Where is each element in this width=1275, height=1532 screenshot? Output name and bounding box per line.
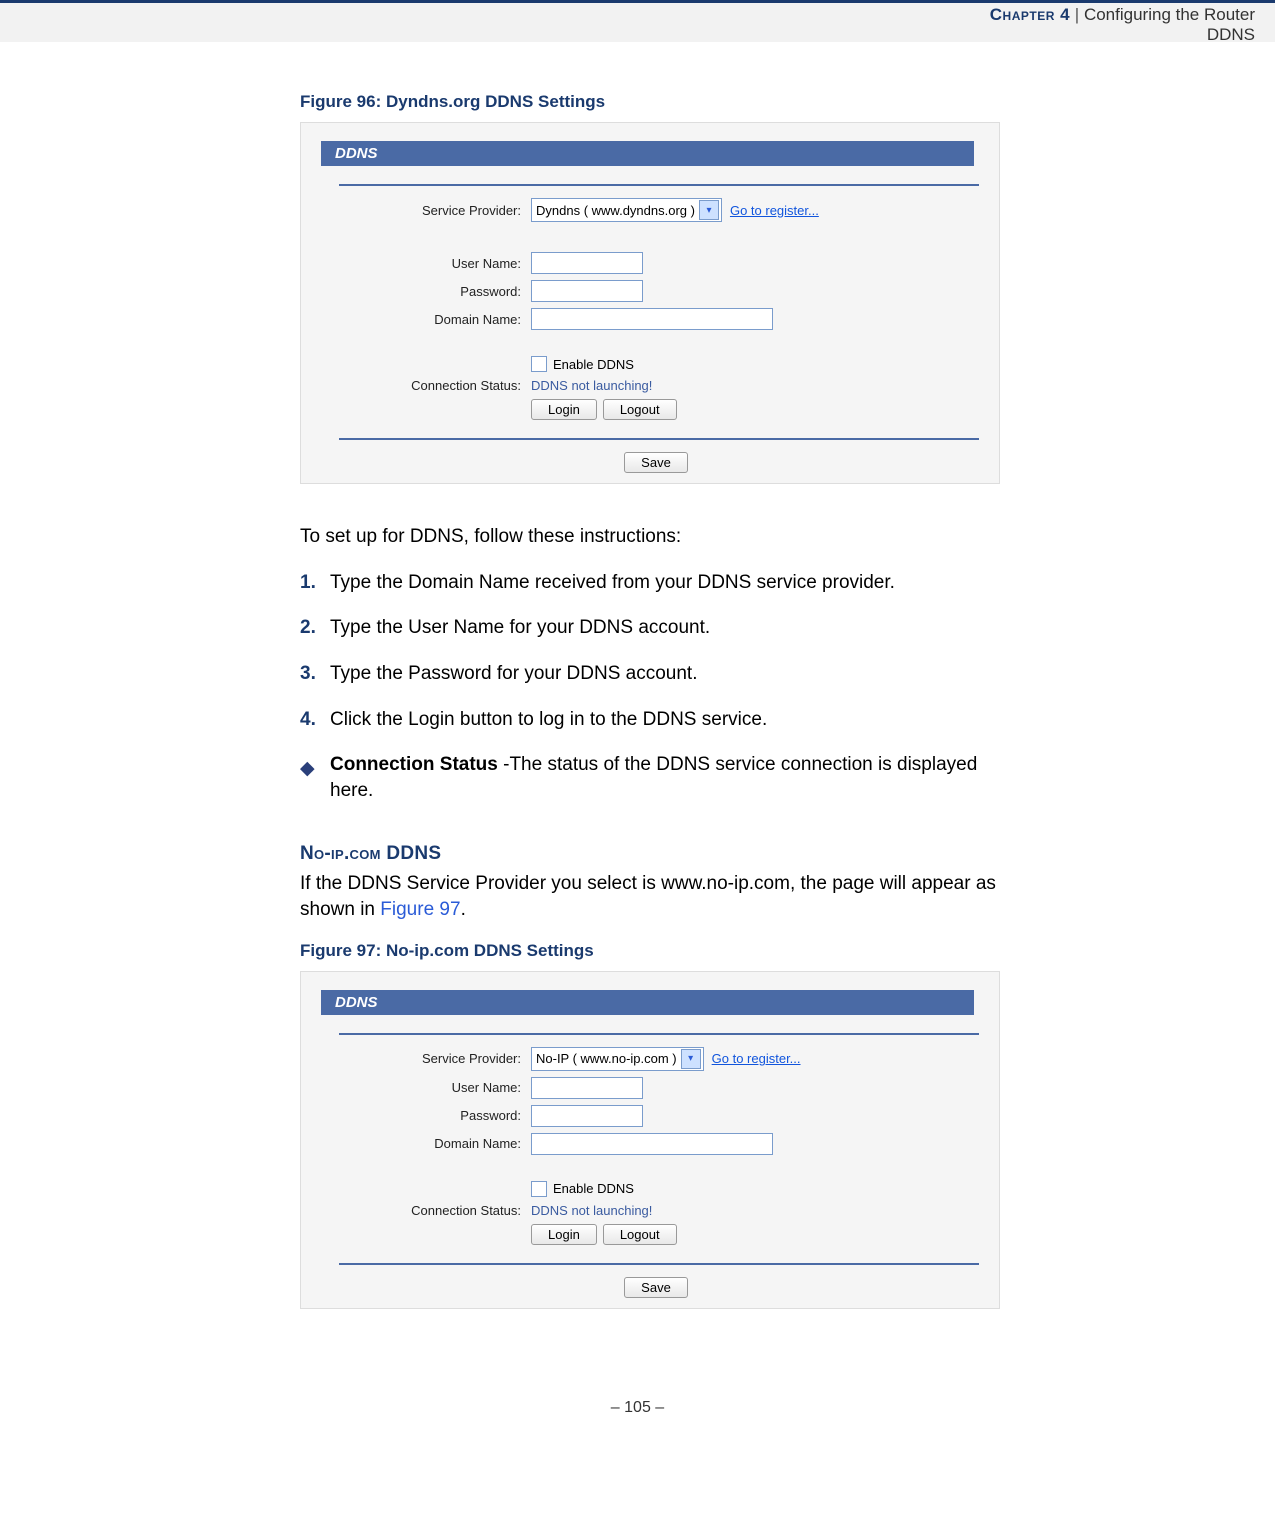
steps-list: 1. Type the Domain Name received from you… (300, 570, 1000, 733)
step-num: 2. (300, 615, 316, 641)
username-row: User Name: (321, 1077, 979, 1099)
service-provider-row: Service Provider: No-IP ( www.no-ip.com … (321, 1047, 979, 1071)
enable-ddns-label: Enable DDNS (553, 1181, 634, 1196)
panel-title: DDNS (321, 141, 974, 166)
chevron-down-icon[interactable]: ▾ (681, 1049, 701, 1069)
header-subtitle: DDNS (1207, 25, 1255, 44)
noip-section-heading: No-ip.com DDNS (300, 843, 1000, 865)
connection-status-value: DDNS not launching! (531, 378, 652, 393)
chapter-label: Chapter 4 (990, 5, 1070, 24)
service-provider-row: Service Provider: Dyndns ( www.dyndns.or… (321, 198, 979, 222)
ddns-dyndns-screenshot: DDNS Service Provider: Dyndns ( www.dynd… (300, 122, 1000, 484)
enable-ddns-label: Enable DDNS (553, 357, 634, 372)
register-link[interactable]: Go to register... (712, 1051, 801, 1066)
password-input[interactable] (531, 280, 643, 302)
divider (339, 438, 979, 440)
figure-97-xref[interactable]: Figure 97 (380, 899, 460, 920)
diamond-bullet-icon: ◆ (300, 756, 315, 782)
connection-status-value: DDNS not launching! (531, 1203, 652, 1218)
header-title: Configuring the Router (1084, 5, 1255, 24)
enable-ddns-checkbox[interactable] (531, 356, 547, 372)
domain-input[interactable] (531, 308, 773, 330)
enable-row: Enable DDNS (321, 1181, 979, 1197)
noip-text-b: . (461, 899, 466, 920)
save-row: Save (339, 1277, 979, 1298)
password-row: Password: (321, 1105, 979, 1127)
register-link[interactable]: Go to register... (730, 203, 819, 218)
connection-status-bullet: ◆ Connection Status -The status of the D… (300, 752, 1000, 803)
logout-button[interactable]: Logout (603, 1224, 677, 1245)
step-2: 2. Type the User Name for your DDNS accou… (300, 615, 1000, 641)
step-text: Click the Login button to log in to the … (330, 709, 767, 730)
username-input[interactable] (531, 1077, 643, 1099)
password-row: Password: (321, 280, 979, 302)
username-row: User Name: (321, 252, 979, 274)
step-num: 1. (300, 570, 316, 596)
username-label: User Name: (321, 1080, 531, 1095)
status-row: Connection Status: DDNS not launching! (321, 378, 979, 393)
connection-status-label: Connection Status: (321, 1203, 531, 1218)
save-button[interactable]: Save (624, 452, 688, 473)
domain-row: Domain Name: (321, 308, 979, 330)
service-provider-select[interactable]: No-IP ( www.no-ip.com ) ▾ (531, 1047, 704, 1071)
divider (339, 1263, 979, 1265)
chevron-down-icon[interactable]: ▾ (699, 200, 719, 220)
figure-96-caption: Figure 96: Dyndns.org DDNS Settings (300, 92, 1000, 112)
divider (339, 184, 979, 186)
header-separator: | (1075, 5, 1079, 24)
login-button[interactable]: Login (531, 1224, 597, 1245)
enable-row: Enable DDNS (321, 356, 979, 372)
connection-status-label: Connection Status: (321, 378, 531, 393)
save-row: Save (339, 452, 979, 473)
login-button[interactable]: Login (531, 399, 597, 420)
step-4: 4. Click the Login button to log in to th… (300, 707, 1000, 733)
divider (339, 1033, 979, 1035)
noip-paragraph: If the DDNS Service Provider you select … (300, 871, 1000, 922)
step-1: 1. Type the Domain Name received from you… (300, 570, 1000, 596)
service-provider-value: No-IP ( www.no-ip.com ) (536, 1051, 677, 1066)
step-text: Type the User Name for your DDNS account… (330, 617, 710, 638)
service-provider-label: Service Provider: (321, 1051, 531, 1066)
password-label: Password: (321, 284, 531, 299)
step-text: Type the Password for your DDNS account. (330, 663, 698, 684)
figure-97-caption: Figure 97: No-ip.com DDNS Settings (300, 941, 1000, 961)
step-text: Type the Domain Name received from your … (330, 572, 895, 593)
username-label: User Name: (321, 256, 531, 271)
page-header: Chapter 4 | Configuring the Router DDNS (0, 0, 1275, 42)
save-button[interactable]: Save (624, 1277, 688, 1298)
login-buttons-row: Login Logout (321, 1224, 979, 1245)
panel-title: DDNS (321, 990, 974, 1015)
enable-ddns-checkbox[interactable] (531, 1181, 547, 1197)
page-body: Figure 96: Dyndns.org DDNS Settings DDNS… (300, 42, 1000, 1309)
password-label: Password: (321, 1108, 531, 1123)
domain-label: Domain Name: (321, 1136, 531, 1151)
domain-row: Domain Name: (321, 1133, 979, 1155)
domain-input[interactable] (531, 1133, 773, 1155)
domain-label: Domain Name: (321, 312, 531, 327)
login-buttons-row: Login Logout (321, 399, 979, 420)
step-num: 4. (300, 707, 316, 733)
header-text: Chapter 4 | Configuring the Router DDNS (990, 5, 1255, 46)
step-3: 3. Type the Password for your DDNS accoun… (300, 661, 1000, 687)
service-provider-value: Dyndns ( www.dyndns.org ) (536, 203, 695, 218)
ddns-noip-screenshot: DDNS Service Provider: No-IP ( www.no-ip… (300, 971, 1000, 1309)
username-input[interactable] (531, 252, 643, 274)
page-number: – 105 – (0, 1399, 1275, 1417)
intro-paragraph: To set up for DDNS, follow these instruc… (300, 524, 1000, 550)
service-provider-label: Service Provider: (321, 203, 531, 218)
step-num: 3. (300, 661, 316, 687)
logout-button[interactable]: Logout (603, 399, 677, 420)
bullet-label: Connection Status (330, 754, 498, 775)
status-row: Connection Status: DDNS not launching! (321, 1203, 979, 1218)
service-provider-select[interactable]: Dyndns ( www.dyndns.org ) ▾ (531, 198, 722, 222)
password-input[interactable] (531, 1105, 643, 1127)
